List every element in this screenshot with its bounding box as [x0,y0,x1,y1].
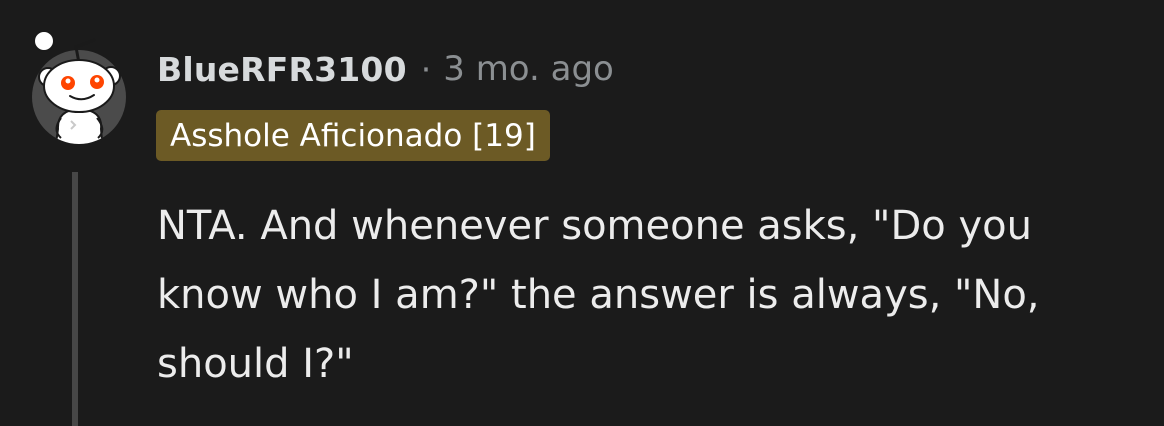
thread-line[interactable] [72,172,78,426]
user-flair-badge: Asshole Aficionado [19] [156,110,550,161]
separator-dot: · [420,49,432,89]
avatar[interactable] [31,26,127,146]
comment-header: BlueRFR3100 · 3 mo. ago [157,46,614,92]
reddit-snoo-avatar-icon [32,30,126,144]
comment-body: NTA. And whenever someone asks, "Do you … [157,203,1040,387]
comment: BlueRFR3100 · 3 mo. ago Asshole Aficiona… [0,0,1164,426]
timestamp[interactable]: 3 mo. ago [443,49,614,89]
username-link[interactable]: BlueRFR3100 [157,50,407,89]
